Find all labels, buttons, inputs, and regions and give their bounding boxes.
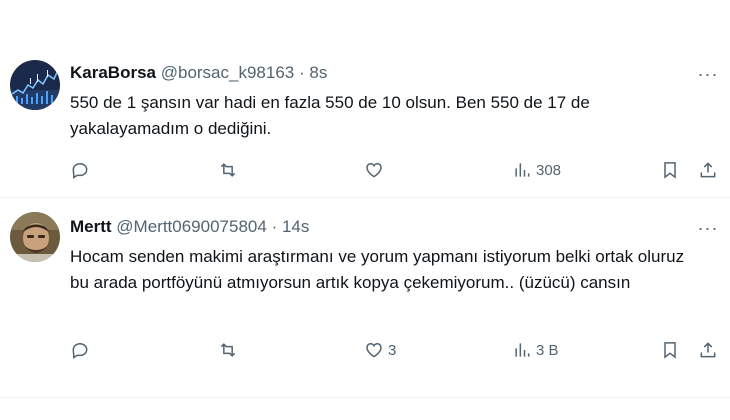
separator: · [298, 63, 305, 82]
tweet-text: 550 de 1 şansın var hadi en fazla 550 de… [70, 93, 590, 138]
reply-icon [72, 342, 88, 359]
view-count: 3 B [536, 341, 559, 359]
more-options-icon[interactable]: ··· [696, 62, 720, 86]
reply-button[interactable] [70, 338, 94, 362]
timestamp[interactable]: 8s [309, 63, 327, 82]
tweet-header: KaraBorsa @borsac_k98163 · 8s [70, 62, 327, 84]
heart-icon [366, 342, 382, 358]
user-handle[interactable]: @borsac_k98163 [161, 63, 295, 82]
user-handle[interactable]: @Mertt0690075804 [116, 217, 267, 236]
tweet-header: Mertt @Mertt0690075804 · 14s [70, 216, 309, 238]
share-icon [700, 342, 716, 358]
view-count: 308 [536, 161, 562, 179]
share-button[interactable] [698, 338, 718, 362]
avatar-photo-image [10, 212, 60, 262]
like-count: 3 [388, 341, 397, 359]
bookmark-icon [664, 342, 676, 359]
tweet[interactable]: KaraBorsa @borsac_k98163 · 8s ··· 550 de… [0, 48, 730, 198]
like-button[interactable] [364, 158, 388, 182]
tweet[interactable]: Mertt @Mertt0690075804 · 14s ··· Hocam s… [0, 198, 730, 398]
retweet-icon [220, 343, 236, 357]
retweet-button[interactable] [218, 158, 242, 182]
timestamp[interactable]: 14s [282, 217, 309, 236]
views-chart-icon [515, 163, 530, 177]
views-button[interactable]: 308 [512, 158, 561, 182]
share-icon [700, 162, 716, 178]
tweet-actions: 3 3 B [0, 338, 730, 362]
avatar[interactable] [10, 212, 60, 262]
display-name[interactable]: Mertt [70, 217, 112, 236]
reply-button[interactable] [70, 158, 94, 182]
display-name[interactable]: KaraBorsa [70, 63, 156, 82]
bookmark-icon [664, 162, 676, 179]
tweet-text: Hocam senden makimi araştırmanı ve yorum… [70, 247, 685, 292]
bookmark-button[interactable] [660, 158, 680, 182]
heart-icon [366, 162, 382, 178]
separator: · [271, 217, 278, 236]
retweet-button[interactable] [218, 338, 242, 362]
retweet-icon [220, 163, 236, 177]
more-options-icon[interactable]: ··· [696, 216, 720, 240]
bookmark-button[interactable] [660, 338, 680, 362]
views-button[interactable]: 3 B [512, 338, 559, 362]
like-button[interactable]: 3 [364, 338, 396, 362]
reply-feed: KaraBorsa @borsac_k98163 · 8s ··· 550 de… [0, 0, 730, 420]
tweet-actions: 308 [0, 158, 730, 182]
views-chart-icon [515, 343, 530, 357]
avatar-chart-image [10, 60, 60, 110]
avatar[interactable] [10, 60, 60, 110]
share-button[interactable] [698, 158, 718, 182]
reply-icon [72, 162, 88, 179]
